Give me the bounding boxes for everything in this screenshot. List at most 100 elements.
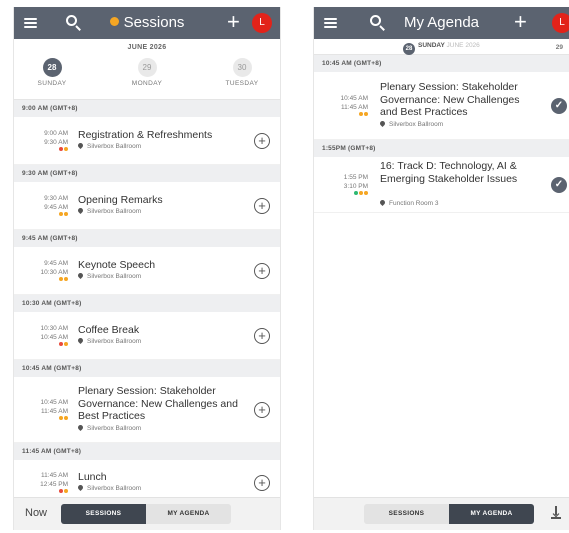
day-tab-monday[interactable]: 29 MONDAY (117, 55, 177, 99)
session-location: Silverbox Ballroom (76, 272, 142, 281)
day-name: SUNDAY (37, 80, 67, 87)
start-time: 1:55 PM (343, 174, 368, 181)
checkmark-icon[interactable]: ✓ (551, 98, 567, 114)
location-text: Silverbox Ballroom (389, 120, 444, 128)
download-icon[interactable] (551, 506, 561, 519)
selected-day[interactable]: 28 SUNDAY JUNE 2026 (403, 42, 480, 55)
location-text: Silverbox Ballroom (87, 424, 142, 432)
page-title: My Agenda (403, 14, 480, 31)
location-text: Silverbox Ballroom (87, 273, 142, 281)
location-pin-icon (378, 119, 387, 127)
end-time: 3:10 PM (343, 183, 368, 190)
section-header: 9:45 AM (GMT+8) (14, 230, 280, 247)
session-row[interactable]: 9:45 AM 10:30 AM Keynote Speech Silverbox B… (14, 247, 280, 295)
day-tab-sunday[interactable]: 28 SUNDAY (22, 55, 82, 99)
agenda-screen: My Agenda + L 28 SUNDAY JUNE 2026 29 10:4… (313, 7, 569, 530)
start-time: 10:30 AM (40, 325, 68, 332)
add-to-agenda-icon[interactable]: + (254, 263, 270, 279)
track-dot-icon (64, 489, 68, 493)
session-row[interactable]: 10:45 AM 11:45 AM Plenary Session: Stakeho… (314, 72, 569, 140)
track-dot-icon (354, 191, 358, 195)
session-row[interactable]: 1:55 PM 3:10 PM 16: Track D: Technology, A… (314, 157, 569, 213)
session-times: 1:55 PM 3:10 PM (318, 173, 368, 197)
end-time: 11:45 AM (341, 104, 368, 111)
section-header: 11:45 AM (GMT+8) (14, 443, 280, 460)
track-dot-icon (64, 147, 68, 151)
end-time: 11:45 AM (41, 408, 68, 415)
add-to-agenda-icon[interactable]: + (254, 198, 270, 214)
day-number: 30 (232, 58, 252, 77)
start-time: 9:30 AM (44, 195, 68, 202)
start-time: 10:45 AM (340, 95, 368, 102)
session-times: 10:30 AM 10:45 AM (18, 324, 68, 348)
tab-sessions[interactable]: SESSIONS (61, 504, 146, 524)
start-time: 10:45 AM (40, 399, 68, 406)
section-header: 10:45 AM (GMT+8) (314, 55, 569, 72)
track-dot-icon (59, 489, 63, 493)
track-dot-icon (364, 112, 368, 116)
month-label: JUNE 2026 (127, 44, 167, 51)
session-location: Function Room 3 (378, 198, 439, 207)
track-dot-icon (364, 191, 368, 195)
location-pin-icon (76, 484, 85, 492)
location-pin-icon (76, 337, 85, 345)
next-day[interactable]: 29 (556, 44, 563, 51)
section-header: 10:30 AM (GMT+8) (14, 295, 280, 312)
add-to-agenda-icon[interactable]: + (254, 328, 270, 344)
track-dots (18, 212, 68, 218)
add-to-agenda-icon[interactable]: + (254, 402, 270, 418)
session-title: Coffee Break (78, 323, 140, 336)
session-row[interactable]: 9:00 AM 9:30 AM Registration & Refreshment… (14, 117, 280, 165)
start-time: 9:45 AM (44, 260, 68, 267)
day-tab-tuesday[interactable]: 30 TUESDAY (212, 55, 272, 99)
day-name: MONDAY (131, 80, 163, 87)
tab-sessions[interactable]: SESSIONS (364, 504, 449, 524)
add-to-agenda-icon[interactable]: + (254, 475, 270, 491)
sessions-navbar: Sessions + L (14, 7, 280, 39)
track-dot-icon (59, 212, 63, 216)
location-text: Silverbox Ballroom (87, 485, 142, 493)
track-dot-icon (64, 416, 68, 420)
track-dots (318, 112, 368, 118)
track-dots (18, 416, 68, 422)
day-picker: 28 SUNDAY 29 MONDAY 30 TUESDAY (14, 55, 280, 100)
sessions-screen: Sessions + L JUNE 2026 28 SUNDAY 29 MOND… (13, 7, 281, 530)
add-icon[interactable]: + (514, 10, 527, 34)
bottom-bar: Now SESSIONS MY AGENDA (14, 497, 280, 530)
session-location: Silverbox Ballroom (76, 423, 142, 432)
session-list: 9:00 AM (GMT+8) 9:00 AM 9:30 AM Registratio… (14, 100, 280, 506)
session-title: Keynote Speech (78, 258, 156, 271)
location-pin-icon (76, 207, 85, 215)
day-name: SUNDAY (418, 42, 445, 49)
bottom-bar: SESSIONS MY AGENDA (314, 497, 569, 530)
avatar[interactable]: L (552, 13, 569, 33)
session-location: Silverbox Ballroom (76, 142, 142, 151)
end-time: 10:30 AM (40, 269, 68, 276)
agenda-list: 10:45 AM (GMT+8) 10:45 AM 11:45 AM Plenary … (314, 55, 569, 213)
agenda-navbar: My Agenda + L (314, 7, 569, 39)
add-icon[interactable]: + (227, 10, 240, 34)
session-row[interactable]: 9:30 AM 9:45 AM Opening Remarks Silverbox B… (14, 182, 280, 230)
session-location: Silverbox Ballroom (76, 337, 141, 345)
track-dots (318, 191, 368, 197)
location-text: Silverbox Ballroom (87, 143, 142, 151)
location-pin-icon (76, 142, 85, 150)
session-title: Plenary Session: Stakeholder Governance:… (380, 81, 520, 119)
track-dots (18, 277, 68, 283)
session-row[interactable]: 10:30 AM 10:45 AM Coffee Break Silverbox Ba… (14, 312, 280, 360)
add-to-agenda-icon[interactable]: + (254, 133, 270, 149)
avatar[interactable]: L (252, 13, 272, 33)
session-row[interactable]: 10:45 AM 11:45 AM Plenary Session: Stakeho… (14, 377, 280, 443)
now-button[interactable]: Now (25, 507, 47, 519)
track-dot-icon (59, 277, 63, 281)
checkmark-icon[interactable]: ✓ (551, 177, 567, 193)
section-header: 9:00 AM (GMT+8) (14, 100, 280, 117)
track-dots (18, 147, 68, 153)
track-dot-icon (64, 277, 68, 281)
location-text: Function Room 3 (389, 199, 439, 207)
tab-my-agenda[interactable]: MY AGENDA (146, 504, 231, 524)
page-title: Sessions (14, 14, 280, 31)
section-header: 10:45 AM (GMT+8) (14, 360, 280, 377)
tab-my-agenda[interactable]: MY AGENDA (449, 504, 534, 524)
session-location: Silverbox Ballroom (378, 119, 444, 128)
